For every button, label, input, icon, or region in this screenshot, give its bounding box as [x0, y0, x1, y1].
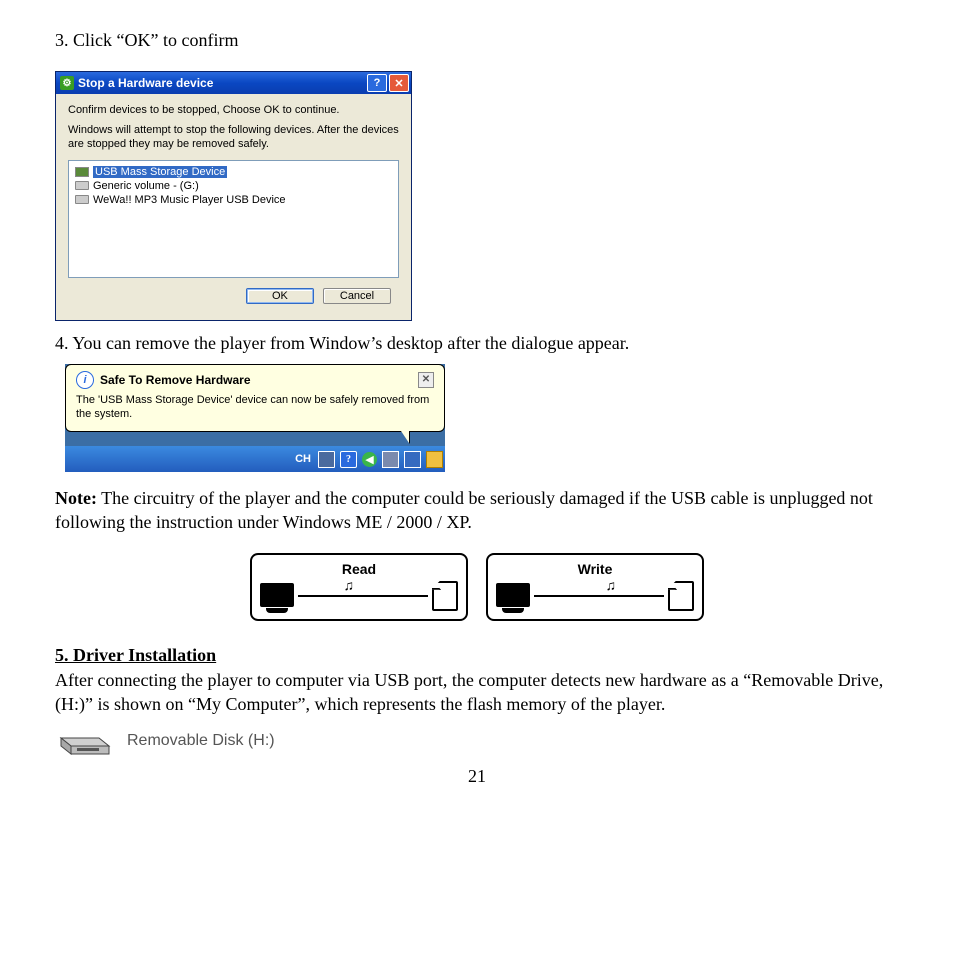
- list-item[interactable]: USB Mass Storage Device: [75, 165, 392, 179]
- device-name: WeWa!! MP3 Music Player USB Device: [93, 194, 286, 206]
- read-label: Read: [260, 561, 458, 577]
- drive-icon: [75, 180, 89, 192]
- note-label: Note:: [55, 488, 97, 508]
- balloon-tail: [401, 431, 409, 443]
- info-icon: i: [76, 371, 94, 389]
- monitor-icon: [260, 583, 294, 609]
- monitor-icon: [496, 583, 530, 609]
- removable-disk-row: Removable Disk (H:): [55, 724, 899, 758]
- step-4: 4. You can remove the player from Window…: [55, 333, 899, 354]
- back-arrow-icon[interactable]: ◀: [362, 452, 377, 467]
- device-list[interactable]: USB Mass Storage Device Generic volume -…: [68, 160, 399, 278]
- page-number: 21: [55, 766, 899, 787]
- help-icon[interactable]: ?: [367, 74, 387, 92]
- note-body: The circuitry of the player and the comp…: [55, 488, 873, 532]
- write-label: Write: [496, 561, 694, 577]
- dialog-body: Confirm devices to be stopped, Choose OK…: [56, 94, 411, 320]
- dialog-button-row: OK Cancel: [68, 278, 399, 310]
- hardware-icon: ⚙: [60, 76, 74, 90]
- ok-button[interactable]: OK: [246, 288, 314, 304]
- drive-icon: [75, 194, 89, 206]
- read-box: Read ♫: [250, 553, 468, 621]
- device-name: USB Mass Storage Device: [93, 166, 227, 178]
- write-box: Write ♫: [486, 553, 704, 621]
- dialog-titlebar: ⚙ Stop a Hardware device ? ✕: [56, 72, 411, 94]
- tray-lang-indicator[interactable]: CH: [295, 453, 311, 465]
- close-icon[interactable]: ✕: [389, 74, 409, 92]
- help-tray-icon[interactable]: ?: [340, 451, 357, 468]
- list-item[interactable]: Generic volume - (G:): [75, 179, 392, 193]
- balloon-tooltip: i Safe To Remove Hardware ✕ The 'USB Mas…: [65, 364, 445, 433]
- list-item[interactable]: WeWa!! MP3 Music Player USB Device: [75, 193, 392, 207]
- removable-disk-label: Removable Disk (H:): [127, 732, 275, 750]
- folder-icon[interactable]: [426, 451, 443, 468]
- stop-hardware-dialog: ⚙ Stop a Hardware device ? ✕ Confirm dev…: [55, 71, 412, 321]
- removable-disk-icon: [55, 724, 115, 758]
- balloon-body: The 'USB Mass Storage Device' device can…: [76, 393, 434, 422]
- safe-remove-figure: i Safe To Remove Hardware ✕ The 'USB Mas…: [65, 364, 445, 473]
- keyboard-icon[interactable]: [318, 451, 335, 468]
- dialog-title: Stop a Hardware device: [78, 76, 365, 90]
- music-note-icon: ♫: [344, 577, 355, 593]
- music-note-icon: ♫: [606, 577, 617, 593]
- display-icon[interactable]: [382, 451, 399, 468]
- balloon-close-icon[interactable]: ✕: [418, 372, 434, 388]
- cable-line: ♫: [298, 595, 428, 597]
- card-icon: [432, 581, 458, 611]
- monitor-icon[interactable]: [404, 451, 421, 468]
- section-5-body: After connecting the player to computer …: [55, 668, 899, 717]
- dialog-instruction-1: Confirm devices to be stopped, Choose OK…: [68, 104, 399, 116]
- cancel-button[interactable]: Cancel: [323, 288, 391, 304]
- taskbar-tray: CH ? ◀: [65, 446, 445, 472]
- card-icon: [668, 581, 694, 611]
- balloon-title: Safe To Remove Hardware: [100, 373, 418, 387]
- note-paragraph: Note: The circuitry of the player and th…: [55, 486, 899, 535]
- step-3: 3. Click “OK” to confirm: [55, 30, 899, 51]
- device-name: Generic volume - (G:): [93, 180, 199, 192]
- dialog-instruction-2: Windows will attempt to stop the followi…: [68, 124, 399, 152]
- read-write-diagram: Read ♫ Write ♫: [55, 553, 899, 621]
- usb-icon: [75, 166, 89, 178]
- section-5-heading: 5. Driver Installation: [55, 645, 899, 666]
- cable-line: ♫: [534, 595, 664, 597]
